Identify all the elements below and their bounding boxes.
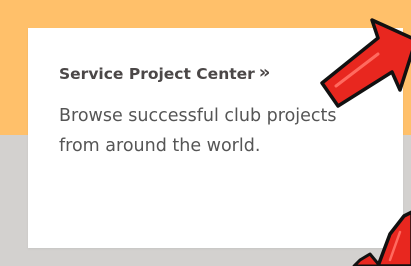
service-project-center-link[interactable]: Service Project Center» bbox=[59, 62, 271, 84]
card-title-text: Service Project Center bbox=[59, 65, 255, 83]
red-pointer-arrow-icon bbox=[352, 210, 411, 266]
screenshot-stage: Service Project Center» Browse successfu… bbox=[0, 0, 411, 266]
red-pointer-arrow-icon bbox=[320, 18, 411, 108]
double-chevron-right-icon: » bbox=[258, 62, 271, 83]
